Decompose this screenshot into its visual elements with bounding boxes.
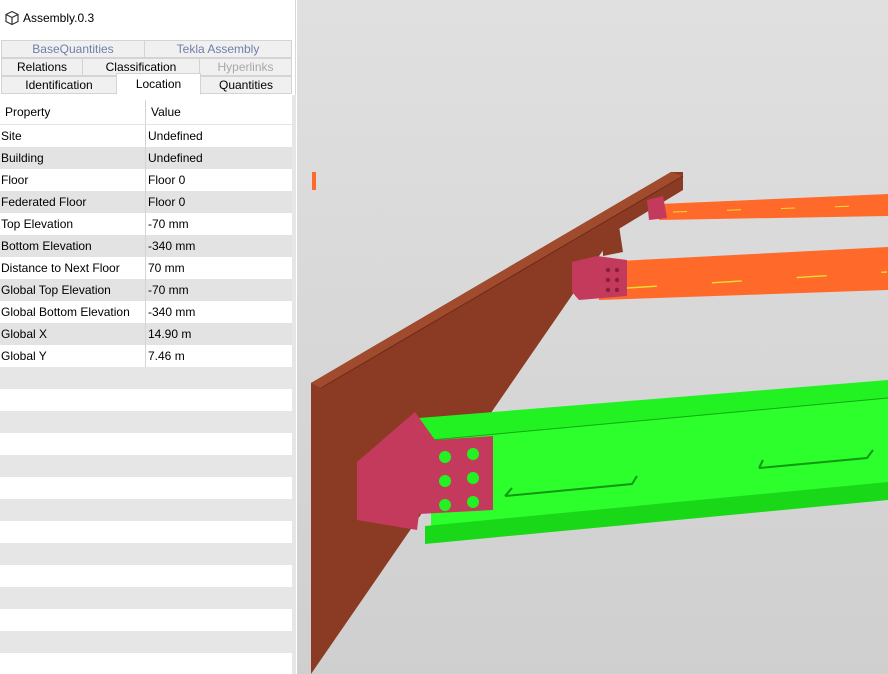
empty-row xyxy=(0,455,294,477)
empty-row xyxy=(0,565,294,587)
grid-header: Property Value xyxy=(0,100,294,125)
property-name: Distance to Next Floor xyxy=(0,257,146,279)
empty-row xyxy=(0,367,294,389)
grid-empty-area xyxy=(0,367,294,674)
property-value[interactable]: -70 mm xyxy=(146,279,189,301)
property-grid: Property Value Site Undefined Building Unde… xyxy=(0,100,294,367)
assembly-cube-icon xyxy=(4,10,20,26)
table-row[interactable]: Building Undefined xyxy=(0,147,294,169)
3d-viewport[interactable] xyxy=(297,0,888,674)
property-name: Bottom Elevation xyxy=(0,235,146,257)
empty-row xyxy=(0,499,294,521)
panel-scrollbar[interactable] xyxy=(292,95,296,674)
table-row[interactable]: Global Bottom Elevation -340 mm xyxy=(0,301,294,323)
plate-lower xyxy=(572,256,627,300)
properties-panel: Assembly.0.3 BaseQuantities Tekla Assemb… xyxy=(0,0,296,674)
empty-row xyxy=(0,477,294,499)
table-row[interactable]: Distance to Next Floor 70 mm xyxy=(0,257,294,279)
table-row[interactable]: Global X 14.90 m xyxy=(0,323,294,345)
value-column-header[interactable]: Value xyxy=(146,100,181,124)
table-row[interactable]: Federated Floor Floor 0 xyxy=(0,191,294,213)
property-name: Floor xyxy=(0,169,146,191)
tab-basequantities[interactable]: BaseQuantities xyxy=(1,40,145,58)
property-name: Global Y xyxy=(0,345,146,367)
title-bar: Assembly.0.3 xyxy=(0,0,296,36)
property-name: Global X xyxy=(0,323,146,345)
orange-beam-upper xyxy=(659,194,888,220)
empty-row xyxy=(0,587,294,609)
property-value[interactable]: Floor 0 xyxy=(146,169,185,191)
table-row[interactable]: Global Y 7.46 m xyxy=(0,345,294,367)
tab-hyperlinks: Hyperlinks xyxy=(199,58,292,76)
table-row[interactable]: Floor Floor 0 xyxy=(0,169,294,191)
property-name: Federated Floor xyxy=(0,191,146,213)
tab-location[interactable]: Location xyxy=(116,73,201,95)
marker-element xyxy=(312,172,316,190)
property-value[interactable]: Undefined xyxy=(146,125,203,147)
element-title: Assembly.0.3 xyxy=(23,11,95,25)
property-name: Global Top Elevation xyxy=(0,279,146,301)
empty-row xyxy=(0,653,294,674)
property-column-header[interactable]: Property xyxy=(0,100,146,124)
table-row[interactable]: Global Top Elevation -70 mm xyxy=(0,279,294,301)
property-name: Site xyxy=(0,125,146,147)
property-value[interactable]: -340 mm xyxy=(146,301,195,323)
empty-row xyxy=(0,631,294,653)
empty-row xyxy=(0,433,294,455)
property-value[interactable]: -70 mm xyxy=(146,213,189,235)
property-name: Top Elevation xyxy=(0,213,146,235)
tab-identification[interactable]: Identification xyxy=(1,76,117,94)
tab-tekla-assembly[interactable]: Tekla Assembly xyxy=(144,40,292,58)
empty-row xyxy=(0,521,294,543)
property-name: Global Bottom Elevation xyxy=(0,301,146,323)
property-value[interactable]: Floor 0 xyxy=(146,191,185,213)
table-row[interactable]: Top Elevation -70 mm xyxy=(0,213,294,235)
model-view xyxy=(311,172,888,674)
orange-beam-lower xyxy=(599,247,888,300)
tab-quantities[interactable]: Quantities xyxy=(200,76,292,94)
table-row[interactable]: Bottom Elevation -340 mm xyxy=(0,235,294,257)
property-name: Building xyxy=(0,147,146,169)
empty-row xyxy=(0,609,294,631)
property-value[interactable]: 70 mm xyxy=(146,257,185,279)
property-value[interactable]: -340 mm xyxy=(146,235,195,257)
empty-row xyxy=(0,411,294,433)
property-value[interactable]: 14.90 m xyxy=(146,323,191,345)
empty-row xyxy=(0,543,294,565)
table-row[interactable]: Site Undefined xyxy=(0,125,294,147)
empty-row xyxy=(0,389,294,411)
property-value[interactable]: 7.46 m xyxy=(146,345,185,367)
property-value[interactable]: Undefined xyxy=(146,147,203,169)
tab-relations[interactable]: Relations xyxy=(1,58,83,76)
